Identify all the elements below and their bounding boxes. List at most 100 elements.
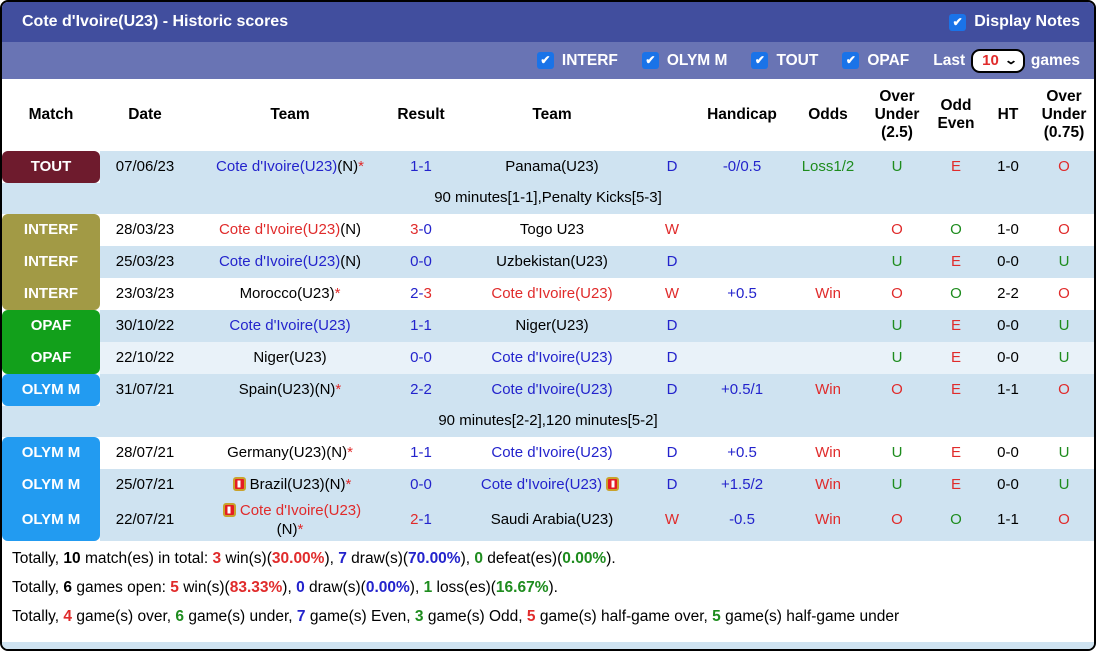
display-notes-checkbox-icon[interactable]: ✔: [949, 13, 967, 31]
text-part: Togo U23: [519, 220, 585, 238]
competition-badge: OPAF: [2, 310, 100, 342]
text-part: 0-0: [410, 475, 432, 493]
filter-checkbox-interf[interactable]: ✔ INTERF: [536, 51, 618, 70]
match-row: OLYM M 28/07/21 Germany(U23)(N)* 1-1 Cote d'…: [2, 437, 1094, 469]
summary-text-part: 1: [423, 578, 433, 596]
over-under-2_5-cell: O: [891, 220, 903, 238]
col-header-odds: Odds: [792, 79, 864, 151]
summary-text-part: Totally,: [12, 578, 64, 596]
checkbox-icon[interactable]: ✔: [842, 52, 860, 69]
result-cell: 0-0: [390, 342, 452, 374]
over-under-2_5-cell: O: [891, 511, 903, 529]
summary-text-part: loss(es)(: [432, 578, 496, 596]
col-header-result-letter: [652, 79, 692, 151]
match-row: OPAF 22/10/22 Niger(U23) 0-0 Cote d'Ivoire(U…: [2, 342, 1094, 374]
checkbox-icon[interactable]: ✔: [536, 52, 554, 69]
filter-checkbox-tout[interactable]: ✔ TOUT: [751, 52, 818, 70]
odd-even-cell: E: [950, 252, 961, 270]
away-team-cell: Cote d'Ivoire(U23): [452, 342, 652, 374]
col-header-over-under-0.75-: Over Under (0.75): [1034, 79, 1094, 151]
over-under-0_75-cell: O: [1058, 220, 1070, 238]
over-under-2_5-cell: U: [891, 443, 903, 461]
text-part: Spain(U23): [238, 380, 315, 398]
half-time-cell: 1-1: [997, 511, 1019, 529]
over-under-2_5-cell: U: [891, 475, 903, 493]
home-team-cell: Brazil(U23)(N)*: [190, 469, 390, 501]
text-part: Cote d'Ivoire(U23): [218, 220, 341, 238]
handicap-cell: [692, 342, 792, 374]
text-part: 3: [410, 220, 419, 238]
checkbox-icon[interactable]: ✔: [641, 52, 659, 69]
away-team-cell: Cote d'Ivoire(U23): [452, 278, 652, 310]
text-part: Cote d'Ivoire(U23): [218, 252, 341, 270]
summary-text-part: 0: [296, 578, 305, 596]
chevron-down-icon: ⌄: [1003, 53, 1018, 67]
half-time-cell: 0-0: [997, 252, 1019, 270]
summary-section: Totally, 10 match(es) in total: 3 win(s)…: [2, 540, 1094, 642]
summary-text-part: ),: [409, 578, 424, 596]
handicap-cell: [692, 214, 792, 246]
bottom-strip: [2, 642, 1094, 649]
filter-checkbox-olym-m[interactable]: ✔ OLYM M: [641, 52, 727, 70]
last-games-select[interactable]: 10 ⌄: [971, 48, 1025, 73]
summary-text-part: 0: [474, 549, 483, 567]
date-cell: 28/03/23: [115, 220, 175, 238]
match-row: OLYM M 25/07/21 Brazil(U23)(N)* 0-0 Cote d'I…: [2, 469, 1094, 501]
text-part: *: [345, 475, 352, 493]
over-under-2_5-cell: U: [891, 348, 903, 366]
summary-text-part: games open:: [72, 578, 171, 596]
summary-line: Totally, 4 game(s) over, 6 game(s) under…: [12, 602, 1084, 631]
note-row: 90 minutes[2-2],120 minutes[5-2]: [2, 406, 1094, 437]
text-part: Cote d'Ivoire(U23): [491, 284, 613, 302]
col-header-team: Team: [190, 79, 390, 151]
summary-text-part: Totally,: [12, 607, 64, 625]
summary-text-part: game(s) over,: [72, 607, 176, 625]
odds-cell: Win: [815, 380, 841, 398]
page-title: Cote d'Ivoire(U23) - Historic scores: [22, 13, 289, 30]
odds-cell: [792, 214, 864, 246]
summary-text-part: 7: [296, 607, 306, 625]
red-card-icon: [222, 503, 236, 517]
checkbox-icon[interactable]: ✔: [751, 52, 769, 69]
text-part: Niger(U23): [253, 348, 327, 366]
display-notes-toggle[interactable]: ✔ Display Notes: [949, 13, 1080, 31]
date-cell: 30/10/22: [115, 316, 175, 334]
text-part: Germany(U23): [227, 443, 327, 461]
text-part: 1-1: [410, 316, 432, 334]
result-letter-cell: D: [666, 380, 678, 398]
result-cell: 1-1: [390, 151, 452, 183]
competition-badge: OPAF: [2, 342, 100, 374]
text-part: 1-1: [410, 443, 432, 461]
summary-text-part: win(s)(: [178, 578, 230, 596]
odds-cell: [792, 342, 864, 374]
odds-cell: Win: [815, 475, 841, 493]
summary-text-part: draw(s)(: [304, 578, 366, 596]
summary-text-part: win(s)(: [221, 549, 272, 567]
text-part: 0-0: [410, 252, 432, 270]
over-under-2_5-cell: O: [891, 380, 903, 398]
text-part: 1-1: [410, 157, 432, 175]
handicap-cell: +0.5: [727, 443, 757, 461]
result-cell: 3-0: [390, 214, 452, 246]
last-label: Last: [933, 51, 966, 69]
col-header-date: Date: [100, 79, 190, 151]
odd-even-cell: E: [950, 316, 961, 334]
competition-badge: INTERF: [2, 246, 100, 278]
match-row: OPAF 30/10/22 Cote d'Ivoire(U23) 1-1 Niger(U…: [2, 310, 1094, 342]
away-team-cell: Uzbekistan(U23): [452, 246, 652, 278]
title-bar: Cote d'Ivoire(U23) - Historic scores ✔ D…: [2, 2, 1094, 42]
filter-label: INTERF: [561, 51, 618, 69]
summary-text-part: match(es) in total:: [80, 549, 213, 567]
filter-checkbox-opaf[interactable]: ✔ OPAF: [842, 52, 909, 70]
over-under-0_75-cell: U: [1058, 475, 1070, 493]
odd-even-cell: E: [950, 348, 961, 366]
competition-badge: OLYM M: [2, 469, 100, 501]
match-row: OLYM M 31/07/21 Spain(U23)(N)* 2-2 Cote d'Iv…: [2, 374, 1094, 406]
away-team-cell: Saudi Arabia(U23): [452, 501, 652, 541]
text-part: (N): [326, 443, 348, 461]
over-under-0_75-cell: O: [1058, 511, 1070, 529]
half-time-cell: 1-0: [997, 220, 1019, 238]
summary-text-part: game(s) Even,: [305, 607, 415, 625]
text-part: *: [297, 520, 304, 538]
odd-even-cell: E: [950, 157, 961, 175]
